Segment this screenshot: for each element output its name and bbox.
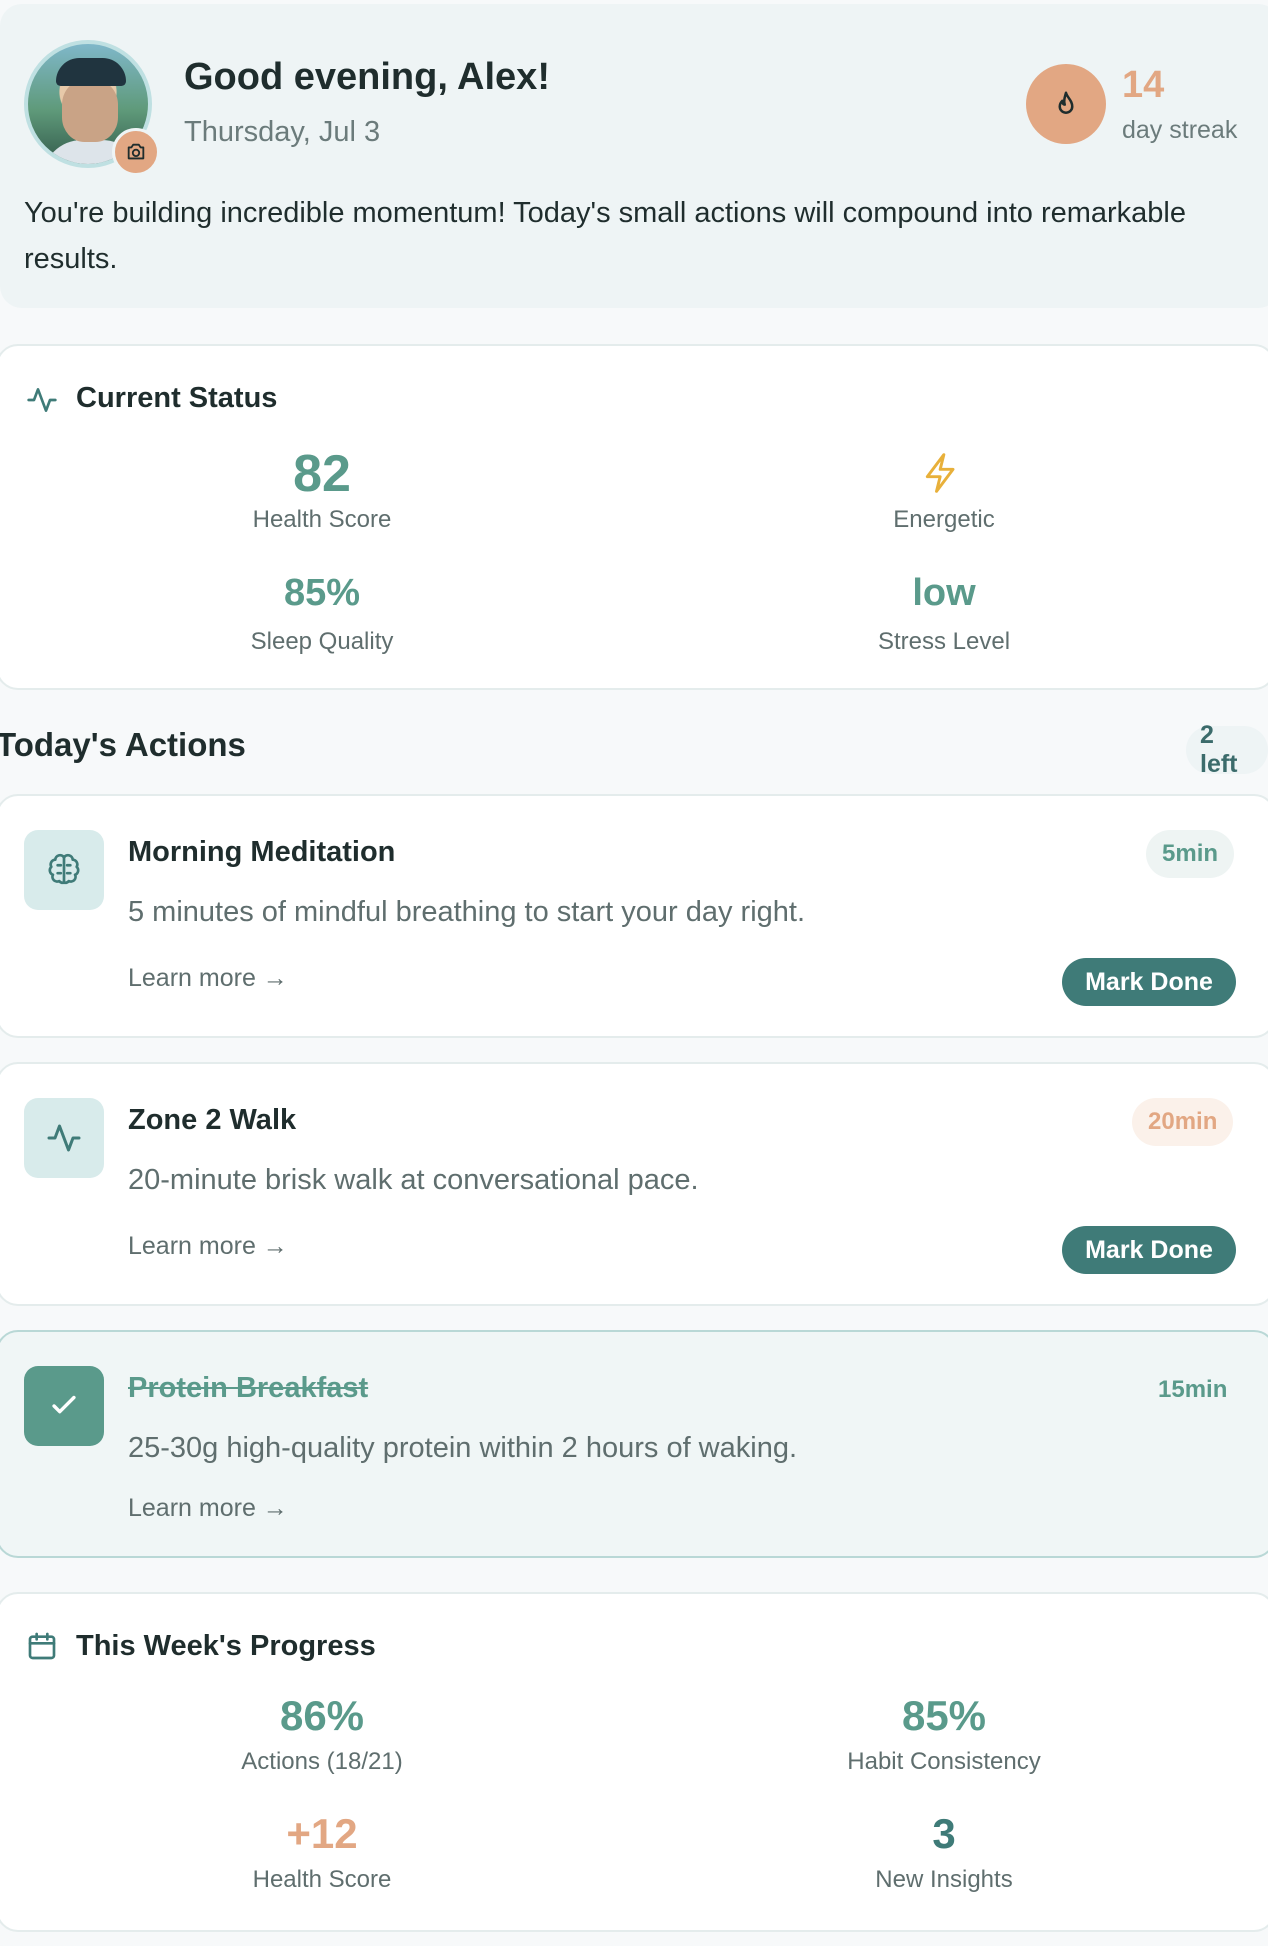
motivation-text: You're building incredible momentum! Tod… <box>24 197 1186 275</box>
action-card: Morning Meditation 5min 5 minutes of min… <box>0 794 1268 1038</box>
sleep-quality-value: 85% <box>283 572 361 614</box>
action-title: Zone 2 Walk <box>128 1104 297 1136</box>
habit-consistency-value: 85% <box>901 1692 987 1739</box>
actions-completion-label: Actions (18/21) <box>241 1748 403 1775</box>
action-title: Protein Breakfast <box>128 1372 369 1404</box>
action-description: 20-minute brisk walk at conversational p… <box>128 1164 699 1196</box>
calendar-icon <box>26 1630 58 1667</box>
action-card: Zone 2 Walk 20min 20-minute brisk walk a… <box>0 1062 1268 1306</box>
actions-heading: Today's Actions <box>0 726 246 763</box>
health-score-value: 82 <box>293 445 351 503</box>
mark-done-button[interactable]: Mark Done <box>1062 958 1236 1006</box>
duration-badge: 15min <box>1158 1376 1228 1403</box>
action-title: Morning Meditation <box>128 836 396 868</box>
streak-count: 14 <box>1122 64 1165 106</box>
health-score-delta-label: Health Score <box>252 1866 392 1893</box>
habit-consistency-label: Habit Consistency <box>847 1748 1041 1775</box>
sleep-quality-label: Sleep Quality <box>250 628 394 655</box>
stress-level-label: Stress Level <box>877 628 1011 655</box>
activity-icon <box>24 1098 104 1178</box>
check-icon[interactable] <box>24 1366 104 1446</box>
dashboard-page: Good evening, Alex! Thursday, Jul 3 14 d… <box>0 0 1268 1946</box>
energy-label: Energetic <box>893 506 995 533</box>
new-insights-value: 3 <box>932 1810 956 1857</box>
actions-completion-value: 86% <box>279 1692 365 1739</box>
camera-icon[interactable] <box>112 128 160 176</box>
greeting-text: Good evening, Alex! <box>184 56 550 98</box>
streak-label: day streak <box>1122 116 1238 144</box>
action-card-completed: Protein Breakfast 15min 25-30g high-qual… <box>0 1330 1268 1558</box>
health-score-label: Health Score <box>252 506 392 533</box>
greeting-card: Good evening, Alex! Thursday, Jul 3 14 d… <box>0 4 1268 308</box>
flame-icon <box>1026 64 1106 144</box>
avatar-face <box>62 80 118 142</box>
section-title: This Week's Progress <box>76 1630 376 1662</box>
new-insights-label: New Insights <box>875 1866 1013 1893</box>
lightning-icon <box>920 448 964 503</box>
remaining-badge: 2 left <box>1186 721 1268 778</box>
learn-more-link[interactable]: Learn more → <box>128 1232 288 1261</box>
date-text: Thursday, Jul 3 <box>184 116 381 148</box>
learn-more-link[interactable]: Learn more → <box>128 1494 288 1523</box>
duration-badge: 5min <box>1146 830 1235 878</box>
activity-icon <box>26 384 58 421</box>
current-status-card: Current Status 82 Health Score Energetic… <box>0 344 1268 690</box>
action-description: 5 minutes of mindful breathing to start … <box>128 896 806 928</box>
section-title: Current Status <box>76 382 278 414</box>
avatar-cap <box>56 58 126 86</box>
stress-level-value: low <box>912 572 976 614</box>
weekly-progress-card: This Week's Progress 86% Actions (18/21)… <box>0 1592 1268 1932</box>
health-score-delta-value: +12 <box>286 1810 358 1857</box>
duration-badge: 20min <box>1132 1098 1234 1146</box>
brain-icon <box>24 830 104 910</box>
learn-more-link[interactable]: Learn more → <box>128 964 288 993</box>
action-description: 25-30g high-quality protein within 2 hou… <box>128 1432 798 1464</box>
mark-done-button[interactable]: Mark Done <box>1062 1226 1236 1274</box>
